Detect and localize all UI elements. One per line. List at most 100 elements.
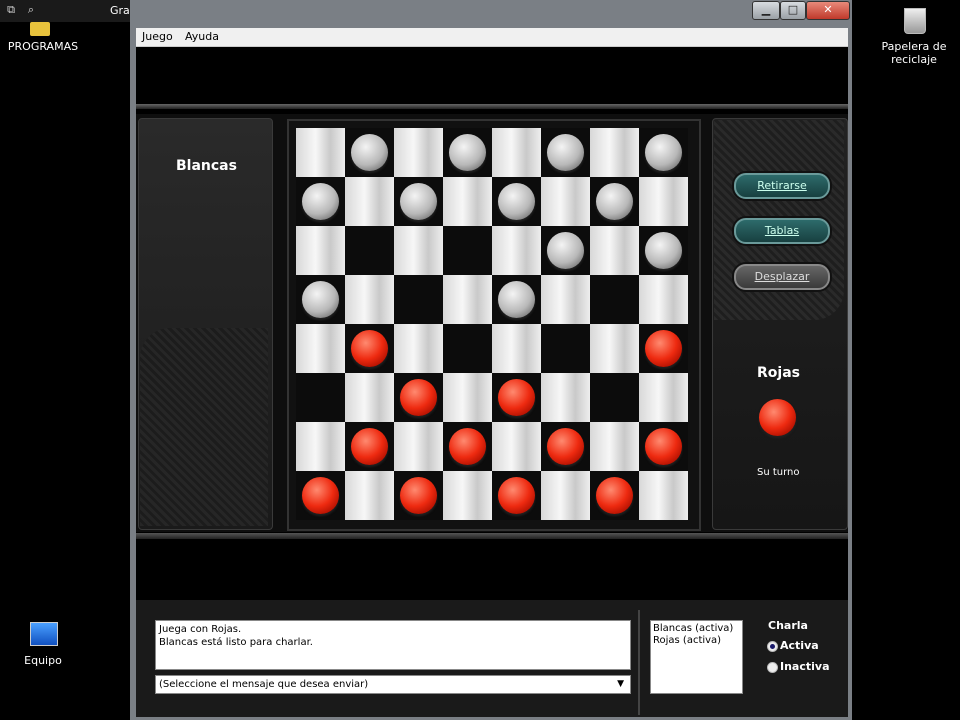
white-piece[interactable] [645,232,682,269]
separator [638,610,640,715]
board-square[interactable] [345,177,394,226]
board-square[interactable] [443,471,492,520]
red-piece[interactable] [449,428,486,465]
red-piece[interactable] [400,477,437,514]
board-square[interactable] [345,275,394,324]
red-piece[interactable] [498,477,535,514]
recycle-bin-label: Papelera de reciclaje [881,40,947,66]
board-square[interactable] [590,422,639,471]
window-controls: ▁ □ ✕ [752,1,850,20]
board-square[interactable] [639,373,688,422]
red-piece[interactable] [547,428,584,465]
computer-icon[interactable] [30,622,58,646]
draw-button[interactable]: Tablas [734,218,830,244]
resign-button[interactable]: Retirarse [734,173,830,199]
board-square[interactable] [541,275,590,324]
red-piece[interactable] [498,379,535,416]
board-square[interactable] [541,373,590,422]
board-square[interactable] [443,226,492,275]
board-square[interactable] [639,275,688,324]
board-square[interactable] [492,324,541,373]
board-square[interactable] [296,226,345,275]
board-square[interactable] [492,128,541,177]
ornament-decoration [140,328,268,526]
menu-bar: Juego Ayuda [136,28,848,47]
chat-message-select[interactable]: (Seleccione el mensaje que desea enviar)… [155,675,631,694]
chat-line: Juega con Rojas. [159,624,242,635]
board-square[interactable] [443,177,492,226]
checkers-board[interactable] [296,128,688,520]
white-piece[interactable] [547,134,584,171]
white-piece[interactable] [400,183,437,220]
board-square[interactable] [296,422,345,471]
red-piece[interactable] [400,379,437,416]
board-square[interactable] [394,422,443,471]
board-square[interactable] [590,226,639,275]
board-square[interactable] [394,324,443,373]
chat-log: Juega con Rojas. Blancas está listo para… [155,620,631,670]
programs-folder-icon[interactable] [30,22,50,36]
white-piece[interactable] [498,183,535,220]
board-square[interactable] [296,128,345,177]
chat-inactive-label[interactable]: Inactiva [780,660,830,673]
chat-line: Blancas está listo para charlar. [159,637,313,648]
windows-icon[interactable]: ⧉ [4,3,18,17]
chat-section-label: Charla [768,619,808,632]
board-square[interactable] [541,177,590,226]
board-square[interactable] [394,275,443,324]
white-piece[interactable] [302,183,339,220]
board-square[interactable] [590,373,639,422]
board-square[interactable] [443,275,492,324]
player-list-item: Rojas (activa) [653,635,722,646]
current-player-piece [759,399,796,436]
minimize-button[interactable]: ▁ [752,1,780,20]
close-button[interactable]: ✕ [806,1,850,20]
red-piece[interactable] [351,428,388,465]
chat-inactive-radio[interactable] [767,662,778,673]
player-list: Blancas (activa) Rojas (activa) [650,620,743,694]
board-square[interactable] [639,471,688,520]
board-square[interactable] [492,422,541,471]
board-square[interactable] [639,177,688,226]
chevron-down-icon[interactable]: ▼ [617,676,624,693]
right-player-name: Rojas [757,365,800,381]
board-square[interactable] [443,324,492,373]
white-piece[interactable] [596,183,633,220]
search-icon[interactable]: ⌕ [24,3,38,17]
menu-juego[interactable]: Juego [142,30,173,43]
board-square[interactable] [296,324,345,373]
board-square[interactable] [590,128,639,177]
white-piece[interactable] [498,281,535,318]
divider [136,533,848,539]
chat-active-label[interactable]: Activa [780,639,819,652]
chat-active-radio[interactable] [767,641,778,652]
red-piece[interactable] [351,330,388,367]
white-piece[interactable] [645,134,682,171]
board-square[interactable] [590,324,639,373]
white-piece[interactable] [547,232,584,269]
maximize-button[interactable]: □ [780,1,806,20]
board-square[interactable] [590,275,639,324]
red-piece[interactable] [302,477,339,514]
board-square[interactable] [296,373,345,422]
board-square[interactable] [345,471,394,520]
board-square[interactable] [345,226,394,275]
board-square[interactable] [443,373,492,422]
recycle-bin-icon[interactable] [904,8,926,34]
board-square[interactable] [345,373,394,422]
board-square[interactable] [541,324,590,373]
red-piece[interactable] [645,428,682,465]
turn-indicator: Su turno [757,467,800,478]
divider [136,104,848,109]
white-piece[interactable] [449,134,486,171]
menu-ayuda[interactable]: Ayuda [185,30,219,43]
red-piece[interactable] [645,330,682,367]
board-square[interactable] [541,471,590,520]
white-piece[interactable] [351,134,388,171]
white-piece[interactable] [302,281,339,318]
board-square[interactable] [394,226,443,275]
board-square[interactable] [394,128,443,177]
scroll-button[interactable]: Desplazar [734,264,830,290]
red-piece[interactable] [596,477,633,514]
board-square[interactable] [492,226,541,275]
